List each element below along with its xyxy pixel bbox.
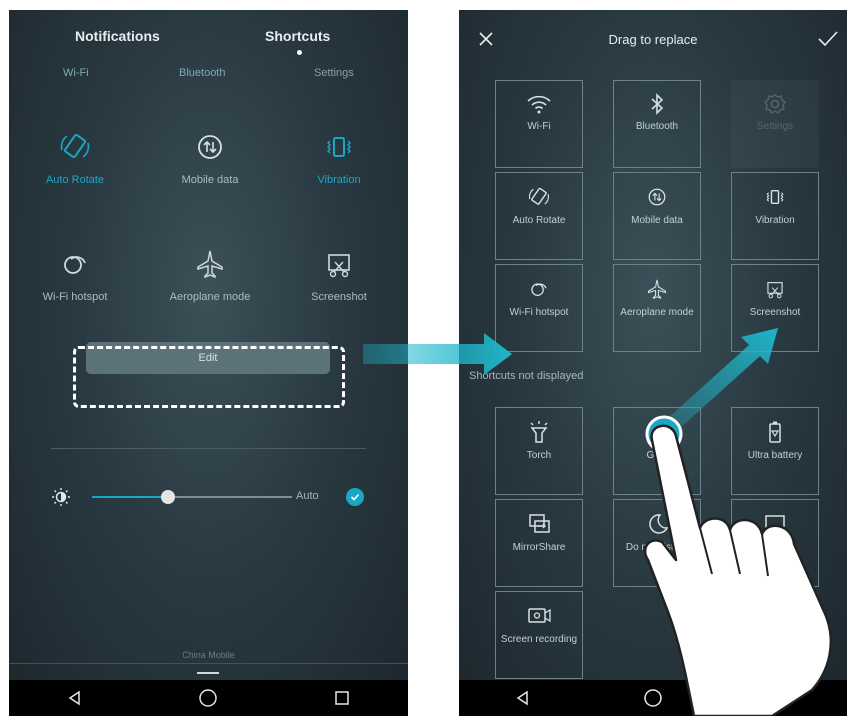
tile-label: Screenshot — [749, 307, 801, 318]
carrier-label: China Mobile — [182, 650, 235, 660]
mirrorshare-icon — [529, 514, 550, 533]
moon-icon — [649, 514, 669, 534]
tile-bluetooth[interactable]: Bluetooth — [613, 80, 701, 168]
tile-label: Wi-Fi hotspot — [509, 307, 569, 318]
drag-to-replace-screen: Drag to replace Wi-Fi Bluetooth Settings… — [459, 10, 847, 716]
airplane-icon — [197, 250, 223, 279]
back-icon[interactable] — [66, 689, 84, 707]
tile-auto-rotate[interactable]: Auto Rotate — [495, 172, 583, 260]
panel-bottom-divider — [9, 663, 408, 664]
tab-shortcuts[interactable]: Shortcuts — [265, 28, 330, 44]
shortcut-vibration[interactable]: Vibration — [279, 130, 399, 186]
tile-label: Vibration — [755, 215, 795, 226]
shortcut-label: Screenshot — [311, 291, 367, 303]
section-divider — [51, 448, 366, 449]
tile-gps[interactable]: GPS — [613, 407, 701, 495]
screenshot-icon — [328, 254, 350, 278]
screen-title: Drag to replace — [608, 32, 698, 47]
mobile-data-icon — [648, 188, 666, 206]
vibration-icon — [327, 137, 351, 157]
bluetooth-icon — [651, 93, 664, 115]
tile-do-not-disturb[interactable]: Do not disturb — [613, 499, 701, 587]
gps-icon — [648, 423, 666, 441]
tile-settings[interactable]: Settings — [731, 80, 819, 168]
brightness-slider-fill — [92, 496, 168, 498]
tab-notifications[interactable]: Notifications — [75, 28, 160, 44]
tile-mirrorshare[interactable]: MirrorShare — [495, 499, 583, 587]
auto-rotate-icon — [528, 187, 550, 205]
auto-brightness-checkbox[interactable] — [346, 488, 364, 506]
hotspot-icon — [64, 256, 86, 274]
vibration-icon — [766, 189, 784, 205]
airplane-icon — [648, 279, 666, 299]
home-icon[interactable] — [643, 688, 663, 708]
settings-icon — [764, 94, 786, 114]
auto-brightness-label: Auto — [296, 490, 319, 502]
battery-icon — [769, 421, 781, 443]
tile-label: Mobile data — [631, 215, 683, 226]
section-label-not-displayed: Shortcuts not displayed — [469, 370, 584, 382]
auto-rotate-icon — [60, 133, 90, 159]
shortcut-screenshot[interactable]: Screenshot — [279, 247, 399, 303]
back-icon[interactable] — [514, 689, 532, 707]
confirm-check-icon[interactable] — [817, 30, 839, 48]
tile-label: Aeroplane mode — [620, 307, 694, 318]
hotspot-icon — [531, 283, 547, 296]
screen-recording-icon — [528, 608, 551, 623]
tile-wifi[interactable]: Wi-Fi — [495, 80, 583, 168]
tile-label: Do not disturb — [625, 542, 689, 553]
shortcut-label: Aeroplane mode — [169, 291, 251, 303]
mobile-data-icon — [198, 135, 222, 159]
tile-label: Settings — [756, 121, 794, 132]
torch-icon — [530, 421, 548, 443]
brightness-icon — [52, 488, 70, 506]
tile-label: MirrorShare — [512, 542, 566, 553]
shortcut-label: Auto Rotate — [45, 174, 105, 186]
tile-label: Ultra battery — [747, 450, 803, 461]
shortcut-label: Wi-Fi hotspot — [42, 291, 108, 303]
shortcut-mobile-data[interactable]: Mobile data — [150, 130, 270, 186]
tile-label: Bluetooth — [635, 121, 679, 132]
tile-aeroplane-mode[interactable]: Aeroplane mode — [613, 264, 701, 352]
shortcut-bluetooth-label[interactable]: Bluetooth — [179, 67, 225, 79]
partial-icon — [765, 515, 785, 531]
panel-drag-handle[interactable] — [197, 672, 219, 674]
tile-label: Wi-Fi — [527, 121, 551, 132]
tile-label: Screen recording — [500, 634, 578, 645]
tile-partially-hidden[interactable] — [731, 499, 819, 587]
shortcut-wifi-hotspot[interactable]: Wi-Fi hotspot — [15, 247, 135, 303]
tile-screen-recording[interactable]: Screen recording — [495, 591, 583, 679]
checkmark-icon — [350, 493, 360, 501]
tile-mobile-data[interactable]: Mobile data — [613, 172, 701, 260]
tile-torch[interactable]: Torch — [495, 407, 583, 495]
home-icon[interactable] — [198, 688, 218, 708]
shortcut-label: Mobile data — [181, 174, 239, 186]
edit-highlight-box — [73, 346, 345, 408]
recent-apps-icon[interactable] — [333, 689, 351, 707]
tile-label: GPS — [646, 450, 668, 461]
shortcut-settings-label[interactable]: Settings — [314, 67, 354, 79]
tile-vibration[interactable]: Vibration — [731, 172, 819, 260]
shortcut-aeroplane-mode[interactable]: Aeroplane mode — [150, 247, 270, 303]
shortcut-wifi-label[interactable]: Wi-Fi — [63, 67, 89, 79]
active-tab-indicator — [297, 50, 302, 55]
tile-label: Torch — [526, 450, 552, 461]
tile-label: Auto Rotate — [512, 215, 566, 226]
recent-apps-icon[interactable] — [774, 689, 792, 707]
brightness-slider-thumb[interactable] — [161, 490, 175, 504]
brightness-slider[interactable] — [92, 496, 292, 498]
tile-wifi-hotspot[interactable]: Wi-Fi hotspot — [495, 264, 583, 352]
navigation-bar — [459, 680, 847, 716]
navigation-bar — [9, 680, 408, 716]
tile-screenshot[interactable]: Screenshot — [731, 264, 819, 352]
tile-ultra-battery[interactable]: Ultra battery — [731, 407, 819, 495]
screenshot-icon — [767, 282, 783, 299]
shortcut-label: Vibration — [317, 174, 361, 186]
wifi-icon — [527, 95, 551, 114]
shortcut-auto-rotate[interactable]: Auto Rotate — [15, 130, 135, 186]
